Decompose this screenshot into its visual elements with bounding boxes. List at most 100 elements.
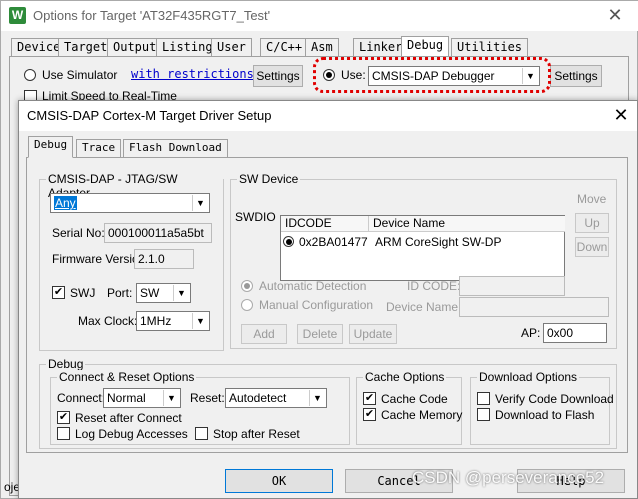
download-flash-checkbox[interactable] bbox=[477, 408, 490, 421]
debug-group-label: Debug bbox=[46, 357, 86, 371]
row-device-name: ARM CoreSight SW-DP bbox=[375, 235, 502, 249]
table-row[interactable]: 0x2BA01477 ARM CoreSight SW-DP bbox=[281, 234, 564, 250]
reset-after-connect-checkbox[interactable]: ✔ bbox=[57, 411, 70, 424]
connect-reset-group-label: Connect & Reset Options bbox=[57, 370, 197, 384]
download-flash-label: Download to Flash bbox=[495, 408, 595, 422]
connect-select[interactable]: Normal ▼ bbox=[103, 388, 181, 408]
download-options-group-label: Download Options bbox=[477, 370, 580, 384]
log-debug-checkbox[interactable] bbox=[57, 427, 70, 440]
tab-c-cpp[interactable]: C/C++ bbox=[260, 38, 309, 56]
delete-button[interactable]: Delete bbox=[297, 324, 343, 344]
tab-asm[interactable]: Asm bbox=[305, 38, 339, 56]
inner-tab-debug[interactable]: Debug bbox=[28, 136, 74, 158]
cache-options-group-label: Cache Options bbox=[363, 370, 447, 384]
tab-debug[interactable]: Debug bbox=[401, 36, 450, 57]
with-restrictions-link[interactable]: with restrictions bbox=[131, 67, 254, 81]
cmsis-dap-setup-dialog: CMSIS-DAP Cortex-M Target Driver Setup ✕… bbox=[18, 100, 638, 499]
inner-title-bar: CMSIS-DAP Cortex-M Target Driver Setup ✕ bbox=[19, 101, 637, 131]
cache-options-group: Cache Options ✔ Cache Code ✔ Cache Memor… bbox=[356, 370, 463, 445]
device-name-label: Device Name: bbox=[386, 300, 462, 314]
auto-detect-radio[interactable] bbox=[241, 280, 253, 292]
serial-value: 000100011a5a5bt bbox=[108, 226, 204, 240]
move-down-button[interactable]: Down bbox=[575, 237, 609, 257]
adapter-group: CMSIS-DAP - JTAG/SW Adapter Any ▼ Serial… bbox=[39, 172, 224, 351]
port-label: Port: bbox=[107, 286, 133, 300]
inner-debug-panel: CMSIS-DAP - JTAG/SW Adapter Any ▼ Serial… bbox=[26, 157, 628, 453]
outer-close-icon[interactable]: ✕ bbox=[601, 3, 629, 27]
max-clock-select[interactable]: 1MHz ▼ bbox=[136, 311, 210, 331]
chevron-down-icon: ▼ bbox=[173, 285, 189, 301]
manual-config-label: Manual Configuration bbox=[259, 298, 374, 312]
ap-field[interactable]: 0x00 bbox=[543, 323, 607, 343]
swj-checkbox[interactable]: ✔ bbox=[52, 286, 65, 299]
manual-config-radio[interactable] bbox=[241, 299, 253, 311]
port-select[interactable]: SW ▼ bbox=[136, 283, 191, 303]
chevron-down-icon: ▼ bbox=[522, 68, 538, 84]
connect-reset-group: Connect & Reset Options Connect: Normal … bbox=[50, 370, 350, 445]
cache-code-checkbox[interactable]: ✔ bbox=[363, 392, 376, 405]
stop-after-reset-checkbox[interactable] bbox=[195, 427, 208, 440]
csdn-watermark: CSDN @perseverance52 bbox=[412, 468, 605, 487]
id-code-field[interactable] bbox=[459, 276, 565, 296]
row-select-radio[interactable] bbox=[283, 236, 294, 247]
swdio-label: SWDIO bbox=[235, 210, 276, 224]
inner-tab-flash-download[interactable]: Flash Download bbox=[123, 139, 228, 157]
tab-listing[interactable]: Listing bbox=[156, 38, 219, 56]
inner-window-title: CMSIS-DAP Cortex-M Target Driver Setup bbox=[27, 108, 272, 123]
inner-tab-trace[interactable]: Trace bbox=[76, 139, 122, 157]
col-idcode: IDCODE bbox=[281, 216, 369, 232]
firmware-field: 2.1.0 bbox=[134, 249, 194, 269]
serial-field: 000100011a5a5bt bbox=[104, 223, 212, 243]
tab-output[interactable]: Output bbox=[107, 38, 163, 56]
verify-download-label: Verify Code Download bbox=[495, 392, 614, 406]
cache-memory-label: Cache Memory bbox=[381, 408, 463, 422]
id-code-label: ID CODE: bbox=[407, 279, 461, 293]
max-clock-label: Max Clock: bbox=[78, 314, 138, 328]
debugger-select[interactable]: CMSIS-DAP Debugger ▼ bbox=[368, 66, 540, 86]
adapter-select-value: Any bbox=[54, 196, 77, 210]
reset-label: Reset: bbox=[190, 391, 225, 405]
settings-right-button[interactable]: Settings bbox=[550, 65, 602, 87]
ap-value: 0x00 bbox=[547, 326, 574, 340]
add-button[interactable]: Add bbox=[241, 324, 287, 344]
ap-label: AP: bbox=[521, 326, 541, 340]
chevron-down-icon: ▼ bbox=[163, 390, 179, 406]
keil-app-icon: W bbox=[9, 7, 26, 24]
sw-device-table: IDCODE Device Name 0x2BA01477 ARM CoreSi… bbox=[280, 215, 565, 281]
chevron-down-icon: ▼ bbox=[309, 390, 325, 406]
tab-user[interactable]: User bbox=[211, 38, 252, 56]
use-debugger-radio[interactable] bbox=[323, 69, 335, 81]
outer-title-bar: W Options for Target 'AT32F435RGT7_Test'… bbox=[1, 1, 638, 31]
col-device-name: Device Name bbox=[369, 216, 565, 232]
reset-after-connect-label: Reset after Connect bbox=[75, 411, 182, 425]
serial-label: Serial No: bbox=[52, 226, 105, 240]
cache-memory-checkbox[interactable]: ✔ bbox=[363, 408, 376, 421]
move-label: Move bbox=[577, 192, 607, 206]
use-simulator-radio[interactable] bbox=[24, 69, 36, 81]
connect-label: Connect: bbox=[57, 391, 106, 405]
max-clock-value: 1MHz bbox=[140, 314, 172, 328]
sw-device-group-label: SW Device bbox=[237, 172, 301, 186]
settings-left-button[interactable]: Settings bbox=[253, 65, 303, 87]
download-options-group: Download Options Verify Code Download Do… bbox=[470, 370, 614, 445]
debug-group: Debug Connect & Reset Options Connect: N… bbox=[39, 357, 617, 449]
adapter-select[interactable]: Any ▼ bbox=[50, 193, 210, 213]
reset-select-value: Autodetect bbox=[229, 391, 287, 405]
chevron-down-icon: ▼ bbox=[192, 195, 208, 211]
device-name-field[interactable] bbox=[459, 297, 609, 317]
outer-window-title: Options for Target 'AT32F435RGT7_Test' bbox=[33, 8, 271, 23]
port-select-value: SW bbox=[140, 286, 160, 300]
cache-code-label: Cache Code bbox=[381, 392, 448, 406]
chevron-down-icon: ▼ bbox=[192, 313, 208, 329]
inner-close-icon[interactable]: ✕ bbox=[607, 103, 635, 127]
sw-device-group: SW Device SWDIO IDCODE Device Name 0x2BA… bbox=[230, 172, 617, 349]
reset-select[interactable]: Autodetect ▼ bbox=[225, 388, 327, 408]
move-up-button[interactable]: Up bbox=[575, 213, 609, 233]
update-button[interactable]: Update bbox=[349, 324, 397, 344]
tab-target[interactable]: Target bbox=[58, 38, 114, 56]
use-simulator-label: Use Simulator bbox=[42, 68, 118, 82]
ok-button[interactable]: OK bbox=[225, 469, 333, 493]
debugger-select-value: CMSIS-DAP Debugger bbox=[372, 69, 495, 83]
verify-download-checkbox[interactable] bbox=[477, 392, 490, 405]
tab-utilities[interactable]: Utilities bbox=[451, 38, 529, 56]
